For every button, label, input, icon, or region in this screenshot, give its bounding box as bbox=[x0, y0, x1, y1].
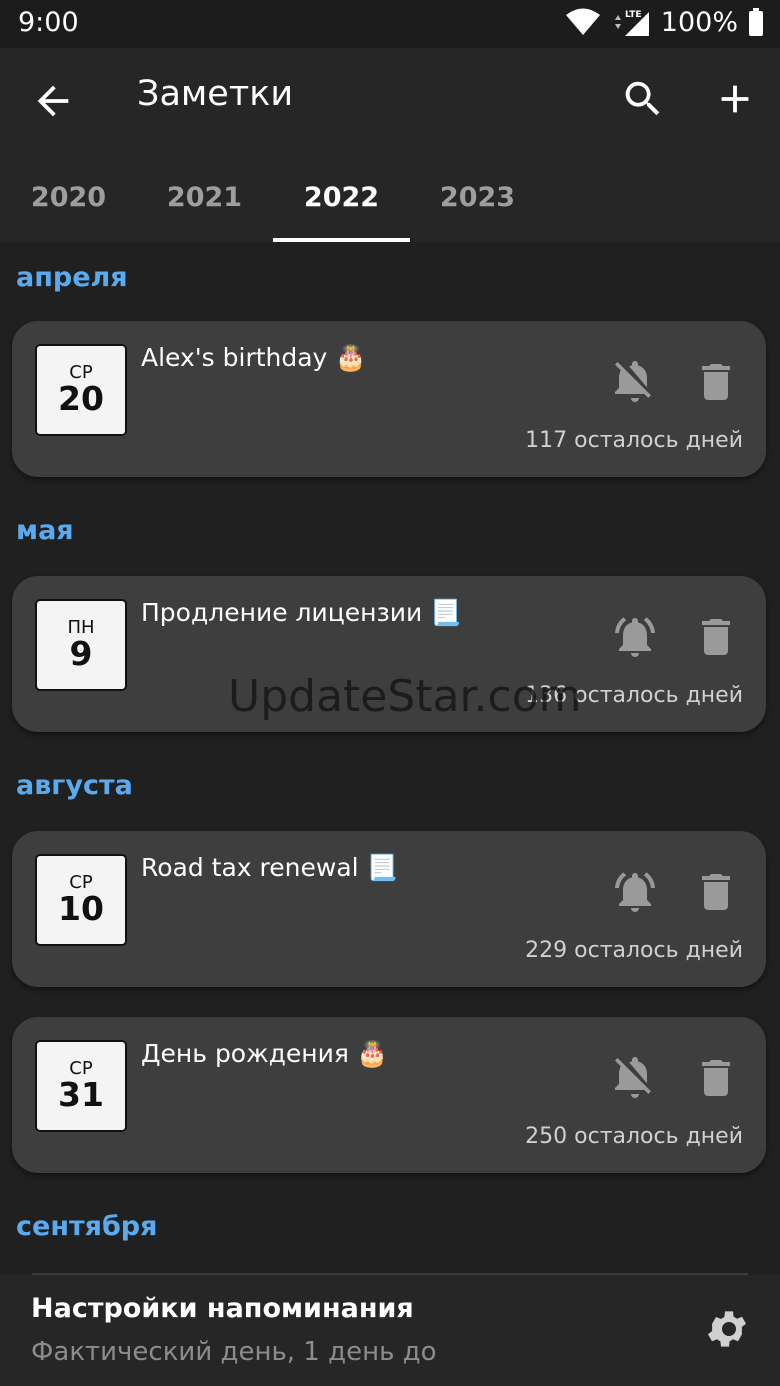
signal-icon: LTE bbox=[611, 6, 651, 38]
day-number: 10 bbox=[58, 889, 104, 928]
battery-percent: 100% bbox=[660, 6, 738, 38]
days-remaining: 250 осталось дней bbox=[525, 1124, 743, 1149]
date-badge: СР 31 bbox=[35, 1040, 127, 1132]
day-number: 9 bbox=[69, 634, 93, 673]
delete-button[interactable] bbox=[692, 868, 740, 916]
arrow-left-icon bbox=[37, 85, 69, 117]
month-header: августа bbox=[16, 770, 133, 801]
search-icon bbox=[625, 81, 660, 116]
trash-icon bbox=[702, 1060, 730, 1096]
tab-2020[interactable]: 2020 bbox=[0, 152, 137, 242]
month-header: мая bbox=[16, 515, 74, 546]
tab-2021[interactable]: 2021 bbox=[136, 152, 273, 242]
day-number: 20 bbox=[58, 379, 104, 418]
note-title: День рождения 🎂 bbox=[141, 1039, 388, 1068]
add-note-button[interactable] bbox=[712, 76, 758, 122]
date-badge: СР 10 bbox=[35, 854, 127, 946]
plus-icon bbox=[721, 85, 749, 113]
bell-off-icon bbox=[615, 1057, 651, 1098]
battery-icon bbox=[748, 8, 764, 36]
tab-2022[interactable]: 2022 bbox=[273, 152, 410, 242]
reminder-settings-subtitle: Фактический день, 1 день до bbox=[31, 1337, 437, 1367]
note-title: Продление лицензии 📃 bbox=[141, 598, 462, 627]
delete-button[interactable] bbox=[692, 1054, 740, 1102]
status-icons: LTE 100% bbox=[565, 6, 764, 38]
tab-2023[interactable]: 2023 bbox=[409, 152, 546, 242]
month-header: апреля bbox=[16, 262, 128, 293]
reminder-toggle[interactable] bbox=[611, 1054, 659, 1102]
page-title: Заметки bbox=[137, 74, 294, 114]
delete-button[interactable] bbox=[692, 613, 740, 661]
search-button[interactable] bbox=[620, 76, 666, 122]
month-header: сентября bbox=[16, 1211, 158, 1242]
status-time: 9:00 bbox=[18, 7, 79, 38]
days-remaining: 136 осталось дней bbox=[525, 683, 743, 708]
days-remaining: 229 осталось дней bbox=[525, 938, 743, 963]
note-card[interactable]: СР 20 Alex's birthday 🎂 117 осталось дне… bbox=[12, 321, 766, 477]
reminder-toggle[interactable] bbox=[611, 868, 659, 916]
days-remaining: 117 осталось дней bbox=[525, 428, 743, 453]
note-card[interactable]: ПН 9 Продление лицензии 📃 136 осталось д… bbox=[12, 576, 766, 732]
trash-icon bbox=[702, 619, 730, 655]
reminder-settings-title: Настройки напоминания bbox=[31, 1293, 414, 1324]
status-bar: 9:00 LTE 100% bbox=[0, 0, 780, 48]
trash-icon bbox=[702, 874, 730, 910]
reminder-settings-bar[interactable]: Настройки напоминания Фактический день, … bbox=[0, 1275, 780, 1386]
back-button[interactable] bbox=[30, 78, 76, 124]
note-card[interactable]: СР 31 День рождения 🎂 250 осталось дней bbox=[12, 1017, 766, 1173]
network-type: LTE bbox=[625, 10, 642, 20]
bell-off-icon bbox=[615, 361, 651, 402]
year-tabs: 2020 2021 2022 2023 bbox=[0, 152, 780, 242]
date-badge: ПН 9 bbox=[35, 599, 127, 691]
wifi-icon bbox=[565, 8, 601, 36]
reminder-toggle[interactable] bbox=[611, 358, 659, 406]
settings-button[interactable] bbox=[705, 1305, 753, 1353]
bell-icon bbox=[615, 617, 655, 657]
trash-icon bbox=[702, 364, 730, 400]
delete-button[interactable] bbox=[692, 358, 740, 406]
date-badge: СР 20 bbox=[35, 344, 127, 436]
note-card[interactable]: СР 10 Road tax renewal 📃 229 осталось дн… bbox=[12, 831, 766, 987]
note-title: Road tax renewal 📃 bbox=[141, 853, 398, 882]
app-bar: Заметки bbox=[0, 48, 780, 152]
day-number: 31 bbox=[58, 1075, 104, 1114]
gear-icon bbox=[708, 1311, 746, 1347]
note-title: Alex's birthday 🎂 bbox=[141, 343, 367, 372]
reminder-toggle[interactable] bbox=[611, 613, 659, 661]
bell-icon bbox=[615, 872, 655, 912]
